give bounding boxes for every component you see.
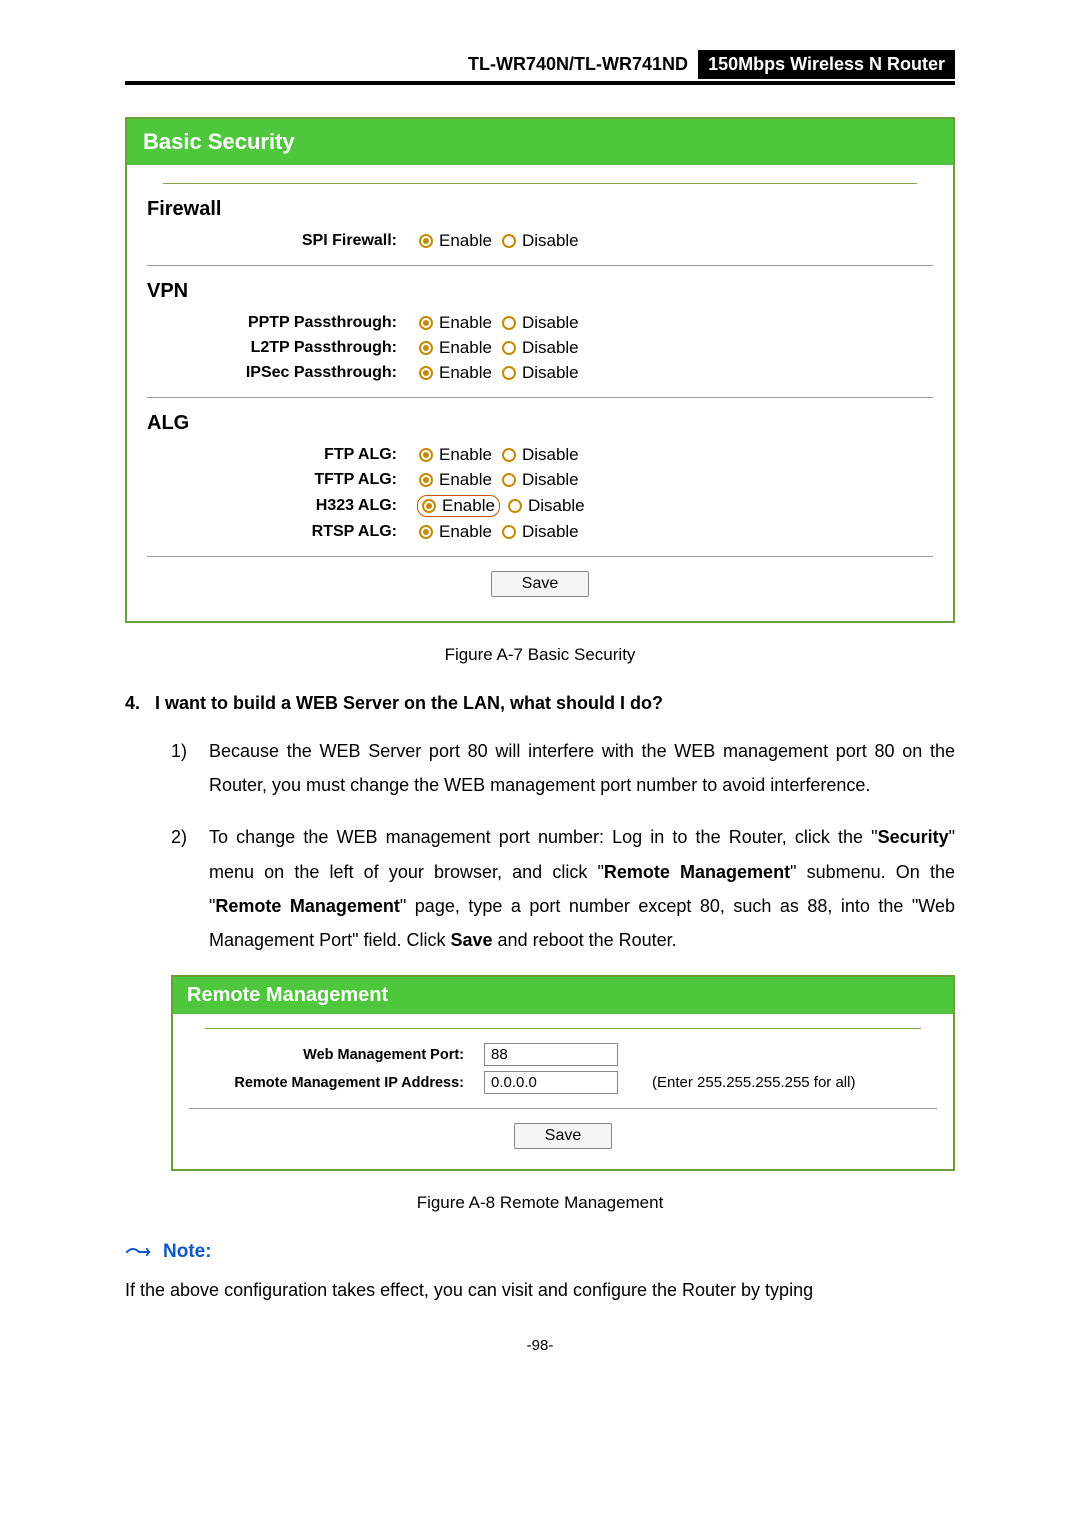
- ipsec-label: IPSec Passthrough:: [147, 364, 417, 382]
- panel-title: Basic Security: [127, 119, 953, 165]
- figure-a7-caption: Figure A-7 Basic Security: [125, 645, 955, 665]
- ipsec-disable-radio[interactable]: Disable: [500, 363, 581, 383]
- model-number: TL-WR740N/TL-WR741ND: [468, 54, 693, 75]
- disable-label: Disable: [522, 338, 579, 358]
- radio-selected-icon: [419, 448, 433, 462]
- h323-disable-radio[interactable]: Disable: [506, 496, 587, 516]
- pointing-hand-icon: [125, 1242, 153, 1262]
- product-desc: 150Mbps Wireless N Router: [698, 50, 955, 79]
- enable-label: Enable: [442, 496, 495, 516]
- h323-alg-row: H323 ALG: Enable Disable: [147, 495, 933, 517]
- radio-selected-icon: [419, 316, 433, 330]
- web-port-row: Web Management Port: 88: [189, 1043, 937, 1066]
- l2tp-enable-radio[interactable]: Enable: [417, 338, 494, 358]
- tftp-enable-radio[interactable]: Enable: [417, 470, 494, 490]
- question-number: 4.: [125, 693, 155, 714]
- tftp-alg-row: TFTP ALG: Enable Disable: [147, 470, 933, 490]
- radio-selected-icon: [419, 366, 433, 380]
- alg-heading: ALG: [147, 412, 933, 435]
- figure-a8-caption: Figure A-8 Remote Management: [125, 1193, 955, 1213]
- note-text: If the above configuration takes effect,…: [125, 1273, 955, 1307]
- radio-selected-icon: [419, 234, 433, 248]
- spi-firewall-label: SPI Firewall:: [147, 232, 417, 250]
- enable-label: Enable: [439, 363, 492, 383]
- radio-empty-icon: [508, 499, 522, 513]
- l2tp-disable-radio[interactable]: Disable: [500, 338, 581, 358]
- web-port-label: Web Management Port:: [189, 1047, 484, 1063]
- pptp-row: PPTP Passthrough: Enable Disable: [147, 313, 933, 333]
- tftp-disable-radio[interactable]: Disable: [500, 470, 581, 490]
- panel-title: Remote Management: [173, 977, 953, 1014]
- disable-label: Disable: [522, 470, 579, 490]
- rtsp-alg-row: RTSP ALG: Enable Disable: [147, 522, 933, 542]
- remote-management-panel: Remote Management Web Management Port: 8…: [171, 975, 955, 1171]
- remote-ip-input[interactable]: 0.0.0.0: [484, 1071, 618, 1094]
- l2tp-row: L2TP Passthrough: Enable Disable: [147, 338, 933, 358]
- step-1: Because the WEB Server port 80 will inte…: [171, 734, 955, 802]
- firewall-heading: Firewall: [147, 198, 933, 221]
- rtsp-alg-label: RTSP ALG:: [147, 523, 417, 541]
- disable-label: Disable: [522, 231, 579, 251]
- page-number: -98-: [125, 1337, 955, 1354]
- radio-selected-icon: [419, 341, 433, 355]
- rtsp-disable-radio[interactable]: Disable: [500, 522, 581, 542]
- ftp-disable-radio[interactable]: Disable: [500, 445, 581, 465]
- remote-ip-row: Remote Management IP Address: 0.0.0.0 (E…: [189, 1071, 937, 1094]
- radio-empty-icon: [502, 525, 516, 539]
- enable-label: Enable: [439, 522, 492, 542]
- enable-label: Enable: [439, 231, 492, 251]
- h323-alg-label: H323 ALG:: [147, 497, 417, 515]
- vpn-heading: VPN: [147, 280, 933, 303]
- remote-ip-hint: (Enter 255.255.255.255 for all): [652, 1074, 855, 1091]
- ipsec-row: IPSec Passthrough: Enable Disable: [147, 363, 933, 383]
- spi-firewall-row: SPI Firewall: Enable Disable: [147, 231, 933, 251]
- l2tp-label: L2TP Passthrough:: [147, 339, 417, 357]
- rtsp-enable-radio[interactable]: Enable: [417, 522, 494, 542]
- tftp-alg-label: TFTP ALG:: [147, 471, 417, 489]
- radio-empty-icon: [502, 341, 516, 355]
- pptp-enable-radio[interactable]: Enable: [417, 313, 494, 333]
- radio-empty-icon: [502, 473, 516, 487]
- enable-label: Enable: [439, 338, 492, 358]
- radio-selected-icon: [419, 525, 433, 539]
- enable-label: Enable: [439, 313, 492, 333]
- radio-empty-icon: [502, 448, 516, 462]
- radio-empty-icon: [502, 234, 516, 248]
- radio-selected-icon: [422, 499, 436, 513]
- ftp-alg-label: FTP ALG:: [147, 446, 417, 464]
- save-button[interactable]: Save: [514, 1123, 612, 1149]
- enable-label: Enable: [439, 445, 492, 465]
- note-label: Note:: [163, 1241, 212, 1263]
- ftp-alg-row: FTP ALG: Enable Disable: [147, 445, 933, 465]
- note-heading: Note:: [125, 1241, 955, 1263]
- spi-enable-radio[interactable]: Enable: [417, 231, 494, 251]
- ipsec-enable-radio[interactable]: Enable: [417, 363, 494, 383]
- disable-label: Disable: [522, 522, 579, 542]
- save-button[interactable]: Save: [491, 571, 589, 597]
- radio-empty-icon: [502, 316, 516, 330]
- radio-empty-icon: [502, 366, 516, 380]
- question-text: I want to build a WEB Server on the LAN,…: [155, 693, 663, 714]
- ftp-enable-radio[interactable]: Enable: [417, 445, 494, 465]
- radio-selected-icon: [419, 473, 433, 487]
- disable-label: Disable: [522, 313, 579, 333]
- basic-security-panel: Basic Security Firewall SPI Firewall: En…: [125, 117, 955, 623]
- question-4-heading: 4. I want to build a WEB Server on the L…: [125, 693, 955, 714]
- step-2: To change the WEB management port number…: [171, 820, 955, 957]
- web-port-input[interactable]: 88: [484, 1043, 618, 1066]
- document-header: TL-WR740N/TL-WR741ND 150Mbps Wireless N …: [125, 50, 955, 85]
- spi-disable-radio[interactable]: Disable: [500, 231, 581, 251]
- h323-enable-radio[interactable]: Enable: [417, 495, 500, 517]
- disable-label: Disable: [528, 496, 585, 516]
- disable-label: Disable: [522, 363, 579, 383]
- pptp-label: PPTP Passthrough:: [147, 314, 417, 332]
- enable-label: Enable: [439, 470, 492, 490]
- pptp-disable-radio[interactable]: Disable: [500, 313, 581, 333]
- disable-label: Disable: [522, 445, 579, 465]
- remote-ip-label: Remote Management IP Address:: [189, 1075, 484, 1091]
